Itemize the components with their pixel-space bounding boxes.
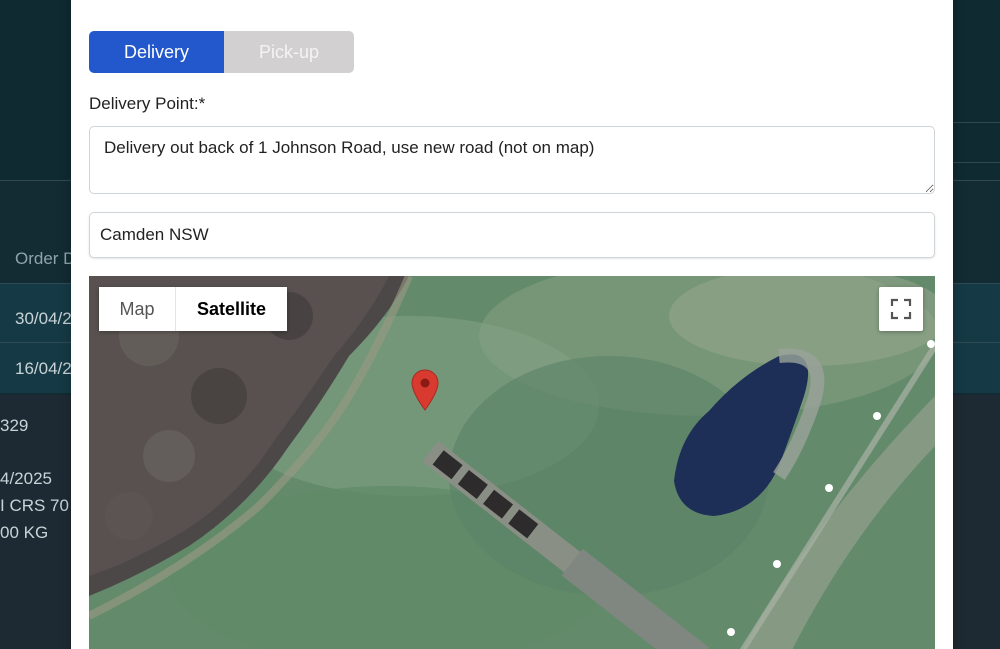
fullscreen-icon xyxy=(890,298,912,320)
delivery-tab-button[interactable]: Delivery xyxy=(89,31,224,73)
satellite-imagery xyxy=(89,276,935,649)
detail-text: 00 KG xyxy=(0,523,49,542)
divider xyxy=(953,122,1000,123)
divider xyxy=(953,162,1000,163)
detail-text: 4/2025 xyxy=(0,469,52,488)
map-type-satellite-button[interactable]: Satellite xyxy=(176,287,287,331)
map-pin-icon[interactable] xyxy=(411,369,439,411)
satellite-map[interactable]: Map Satellite xyxy=(89,276,935,649)
table-header-order-date: Order D xyxy=(15,249,76,268)
detail-text: I CRS 70 xyxy=(0,496,69,515)
location-input[interactable] xyxy=(89,212,935,258)
table-cell-date: 30/04/2 xyxy=(15,309,72,328)
map-type-map-button[interactable]: Map xyxy=(99,287,176,331)
delivery-modal: Delivery Pick-up Delivery Point:* Delive… xyxy=(71,0,953,649)
delivery-point-textarea[interactable]: Delivery out back of 1 Johnson Road, use… xyxy=(89,126,935,194)
delivery-point-label: Delivery Point:* xyxy=(89,94,206,113)
delivery-type-toggle: Delivery Pick-up xyxy=(89,31,354,73)
fullscreen-button[interactable] xyxy=(879,287,923,331)
pickup-tab-button[interactable]: Pick-up xyxy=(224,31,354,73)
detail-text: 329 xyxy=(0,416,29,435)
table-cell-date: 16/04/2 xyxy=(15,359,72,378)
map-type-control: Map Satellite xyxy=(99,287,287,331)
